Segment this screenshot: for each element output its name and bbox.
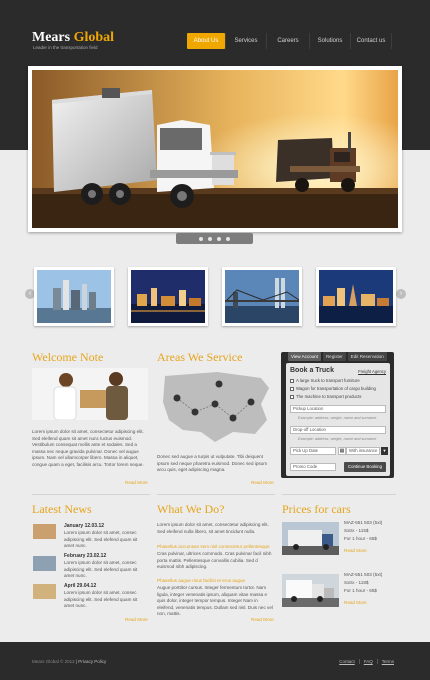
pickup-date-input[interactable]: Pick Up Date xyxy=(290,447,336,455)
option-wagon[interactable]: Wagon for transportation of cargo buildi… xyxy=(290,386,376,391)
welcome-title: Welcome Note xyxy=(32,350,104,364)
price-line: Sxtrx - 115$ xyxy=(344,528,369,533)
welcome-read-more-link[interactable]: Read More xyxy=(125,480,148,485)
us-service-map xyxy=(157,368,273,452)
nav-item-contact-us[interactable]: Contact us xyxy=(350,33,392,49)
areas-title: Areas We Service xyxy=(157,350,243,364)
price-line: For 1 hour - 65$ xyxy=(344,536,377,541)
price-line: Sxtrx - 118$ xyxy=(344,580,369,585)
option-large-truck[interactable]: A large truck to transport furniture xyxy=(290,378,360,383)
promo-code-input[interactable]: Promo Code xyxy=(290,463,336,471)
nav-item-careers[interactable]: Careers xyxy=(266,33,309,49)
footer-link-faq[interactable]: FAQ xyxy=(358,659,377,664)
checkbox-icon[interactable] xyxy=(290,378,294,383)
news-date: April 29.04.12 xyxy=(64,583,97,589)
nav-item-about-us[interactable]: About Us xyxy=(187,33,225,49)
freight-agency-link[interactable]: Freight Agency xyxy=(358,369,386,374)
whatwedo-read-more-link[interactable]: Read More xyxy=(251,617,274,622)
price-line: For 1 hour - 65$ xyxy=(344,588,377,593)
whatwedo-paragraph: Augue porttitor cursus. Integer fermentu… xyxy=(157,585,273,616)
whatwedo-paragraph: Cras pulvinar, ultrices commodo. Cras pu… xyxy=(157,551,272,569)
slider-dot[interactable] xyxy=(208,236,212,241)
thumbnail-bridge[interactable] xyxy=(222,267,302,326)
news-read-more-link[interactable]: Read More xyxy=(125,617,148,622)
slider-dot[interactable] xyxy=(199,236,203,241)
logo-text-secondary: Global xyxy=(73,30,115,45)
divider xyxy=(157,494,275,495)
copyright-text: Mears Global © 2012 xyxy=(32,659,75,664)
nav-item-solutions[interactable]: Solutions xyxy=(309,33,350,49)
pickup-hint: Example: address, weight, name and surna… xyxy=(298,416,377,420)
truck-image xyxy=(282,574,339,607)
footer-link-contact[interactable]: Contact xyxy=(335,659,359,664)
continue-booking-button[interactable]: Continue Booking xyxy=(344,462,386,472)
tab-edit-reservation[interactable]: Edit Reservation xyxy=(347,352,387,361)
welcome-image-delivery xyxy=(32,368,148,420)
footer-links: Contact FAQ Terms xyxy=(335,659,398,664)
tab-view-account[interactable]: View Account xyxy=(288,352,321,361)
news-text: Lorem ipsum dolor sit amet, consec adipi… xyxy=(64,530,138,548)
slider-pagination xyxy=(176,233,253,244)
prices-title: Prices for cars xyxy=(282,502,351,516)
main-nav: About Us Services Careers Solutions Cont… xyxy=(187,33,392,49)
areas-text: Donec sed augue a turpis ut vulputate. T… xyxy=(157,454,268,472)
news-date: February 23.02.12 xyxy=(64,553,107,559)
news-date: January 12.03.12 xyxy=(64,523,105,529)
news-thumb-image xyxy=(33,556,56,571)
footer: Mears Global © 2012 | Privacy Policy Con… xyxy=(0,642,430,680)
whatwedo-highlight: Phasellus augue risus facilisi et eros a… xyxy=(157,578,246,583)
whatwedo-title: What We Do? xyxy=(157,502,225,516)
logo[interactable]: Mears Global xyxy=(32,30,114,46)
price-model: MAZ-551 503 (5xt) xyxy=(344,520,383,525)
slider-dot[interactable] xyxy=(217,236,221,241)
footer-link-terms[interactable]: Terms xyxy=(376,659,398,664)
price-read-more-link[interactable]: Read More xyxy=(344,600,367,605)
divider xyxy=(32,494,150,495)
price-model: MAZ-551 503 (5xt) xyxy=(344,572,383,577)
copyright: Mears Global © 2012 | Privacy Policy xyxy=(32,659,107,664)
tagline: Leader in the transportation field xyxy=(33,45,98,50)
hero-slider xyxy=(28,66,402,232)
logo-text-primary: Mears xyxy=(32,30,71,45)
thumbnail-city-day[interactable] xyxy=(34,267,114,326)
dropoff-location-input[interactable]: Drop-off Location xyxy=(290,426,386,434)
news-thumb-image xyxy=(33,584,56,599)
divider xyxy=(282,494,396,495)
slider-dot[interactable] xyxy=(226,236,230,241)
booking-form: Book a Truck Freight Agency A large truc… xyxy=(286,363,390,476)
tab-register[interactable]: Register xyxy=(322,352,346,361)
privacy-policy-link[interactable]: Privacy Policy xyxy=(78,659,106,664)
thumbnail-city-harbor[interactable] xyxy=(316,267,396,326)
hero-image-trucks xyxy=(32,70,398,228)
checkbox-icon[interactable] xyxy=(290,386,294,391)
nav-item-services[interactable]: Services xyxy=(225,33,266,49)
dropoff-hint: Example: address, weight, name and surna… xyxy=(298,437,377,441)
booking-title: Book a Truck xyxy=(290,367,334,374)
news-text: Lorem ipsum dolor sit amet, consec adipi… xyxy=(64,560,138,578)
news-text: Lorem ipsum dolor sit amet, consec adipi… xyxy=(64,590,138,608)
news-thumb-image xyxy=(33,524,56,539)
insurance-select[interactable]: With insurance xyxy=(346,447,380,455)
whatwedo-highlight: Phasellus accumsan sem nisl consectetur … xyxy=(157,544,270,549)
checkbox-icon[interactable] xyxy=(290,394,294,399)
thumbnail-carousel xyxy=(25,263,405,333)
calendar-icon[interactable]: ▦ xyxy=(338,447,346,455)
chevron-down-icon[interactable]: ▼ xyxy=(381,447,388,455)
option-machine[interactable]: The machine to transport products xyxy=(290,394,361,399)
areas-read-more-link[interactable]: Read More xyxy=(251,480,274,485)
booking-tabs: View Account Register Edit Reservation xyxy=(288,352,387,361)
whatwedo-paragraph: Lorem ipsum dolor sit amet, consectetur … xyxy=(157,522,269,534)
truck-image xyxy=(282,522,339,555)
pickup-location-input[interactable]: Pickup Location xyxy=(290,405,386,413)
news-title: Latest News xyxy=(32,502,92,516)
welcome-text: Lorem ipsum dolor sit amet, consectetur … xyxy=(32,429,144,467)
thumbnail-city-night[interactable] xyxy=(128,267,208,326)
price-read-more-link[interactable]: Read More xyxy=(344,548,367,553)
